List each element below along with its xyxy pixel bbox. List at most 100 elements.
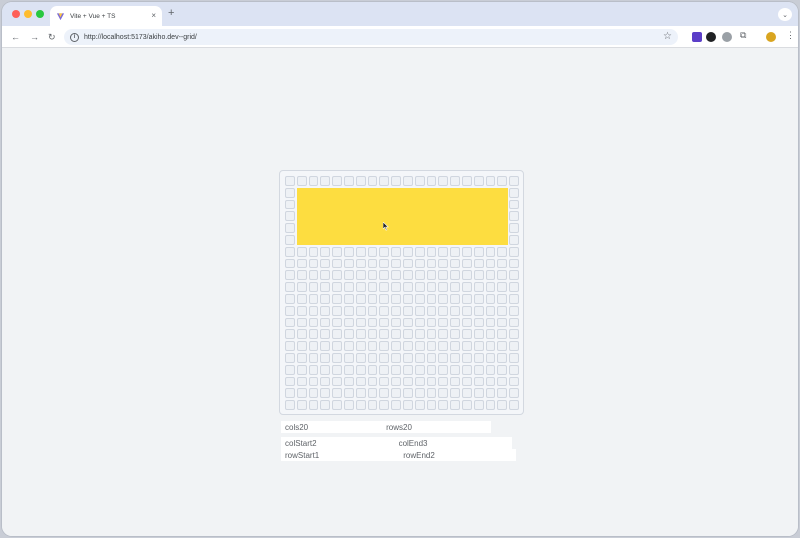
tab-vite-vue-ts[interactable]: Vite + Vue + TS × bbox=[50, 6, 162, 26]
grid-cell[interactable] bbox=[379, 282, 390, 292]
grid-cell[interactable] bbox=[379, 305, 390, 316]
grid-cell[interactable] bbox=[462, 388, 472, 399]
grid-cell[interactable] bbox=[391, 388, 401, 399]
grid-cell[interactable] bbox=[450, 294, 460, 304]
grid-cell[interactable] bbox=[450, 329, 460, 340]
extension-icon[interactable] bbox=[722, 32, 732, 42]
grid-cell[interactable] bbox=[450, 317, 460, 328]
grid-cell[interactable] bbox=[485, 176, 496, 186]
grid-cell[interactable] bbox=[285, 329, 295, 340]
grid-cell[interactable] bbox=[285, 305, 295, 316]
grid-cell[interactable] bbox=[355, 329, 366, 340]
grid-cell[interactable] bbox=[296, 294, 307, 304]
extension-icon[interactable] bbox=[692, 32, 702, 42]
grid-cell[interactable] bbox=[391, 282, 401, 292]
grid-cell[interactable] bbox=[426, 317, 437, 328]
grid-cell[interactable] bbox=[367, 353, 378, 363]
grid-cell[interactable] bbox=[509, 270, 519, 281]
grid-cell[interactable] bbox=[296, 329, 307, 340]
grid-cell[interactable] bbox=[344, 282, 354, 292]
grid-cell[interactable] bbox=[438, 294, 449, 304]
tab-search-button[interactable]: ⌄ bbox=[778, 8, 792, 21]
grid-cell[interactable] bbox=[509, 176, 519, 186]
rows-value[interactable]: 20 bbox=[403, 423, 412, 432]
grid-cell[interactable] bbox=[391, 341, 401, 351]
grid-cell[interactable] bbox=[379, 258, 390, 269]
grid-cell[interactable] bbox=[403, 400, 413, 410]
grid-cell[interactable] bbox=[355, 176, 366, 186]
grid-cell[interactable] bbox=[473, 176, 484, 186]
grid-cell[interactable] bbox=[320, 282, 331, 292]
grid-cell[interactable] bbox=[509, 187, 519, 198]
grid-cell[interactable] bbox=[379, 376, 390, 387]
grid-cell[interactable] bbox=[344, 353, 354, 363]
grid-cell[interactable] bbox=[462, 282, 472, 292]
grid-cell[interactable] bbox=[332, 388, 342, 399]
grid-cell[interactable] bbox=[485, 305, 496, 316]
grid-cell[interactable] bbox=[509, 223, 519, 233]
grid-cell[interactable] bbox=[367, 400, 378, 410]
grid-cell[interactable] bbox=[438, 282, 449, 292]
grid-cell[interactable] bbox=[485, 388, 496, 399]
grid-cell[interactable] bbox=[355, 258, 366, 269]
grid-cell[interactable] bbox=[355, 317, 366, 328]
grid-cell[interactable] bbox=[485, 341, 496, 351]
grid-cell[interactable] bbox=[473, 341, 484, 351]
cols-value[interactable]: 20 bbox=[299, 423, 308, 432]
grid-cell[interactable] bbox=[509, 282, 519, 292]
grid-cell[interactable] bbox=[450, 400, 460, 410]
grid-cell[interactable] bbox=[438, 376, 449, 387]
grid-cell[interactable] bbox=[497, 246, 508, 257]
grid-cell[interactable] bbox=[308, 364, 319, 375]
close-window-button[interactable] bbox=[12, 10, 20, 18]
grid-cell[interactable] bbox=[344, 388, 354, 399]
bookmark-star-icon[interactable]: ☆ bbox=[663, 32, 672, 42]
grid-cell[interactable] bbox=[367, 388, 378, 399]
grid-cell[interactable] bbox=[308, 400, 319, 410]
grid-cell[interactable] bbox=[296, 376, 307, 387]
grid-cell[interactable] bbox=[485, 364, 496, 375]
grid-cell[interactable] bbox=[285, 317, 295, 328]
grid-cell[interactable] bbox=[355, 400, 366, 410]
grid-cell[interactable] bbox=[462, 317, 472, 328]
grid-cell[interactable] bbox=[332, 305, 342, 316]
grid-cell[interactable] bbox=[426, 353, 437, 363]
grid-cell[interactable] bbox=[367, 282, 378, 292]
grid-cell[interactable] bbox=[403, 270, 413, 281]
grid-cell[interactable] bbox=[414, 364, 425, 375]
grid-cell[interactable] bbox=[332, 246, 342, 257]
grid-cell[interactable] bbox=[285, 376, 295, 387]
grid-cell[interactable] bbox=[509, 199, 519, 210]
grid-cell[interactable] bbox=[473, 376, 484, 387]
grid-cell[interactable] bbox=[285, 246, 295, 257]
grid-cell[interactable] bbox=[379, 329, 390, 340]
grid-cell[interactable] bbox=[355, 270, 366, 281]
grid-cell[interactable] bbox=[285, 223, 295, 233]
grid-cell[interactable] bbox=[426, 258, 437, 269]
grid-cell[interactable] bbox=[438, 317, 449, 328]
grid-cell[interactable] bbox=[462, 341, 472, 351]
grid-cell[interactable] bbox=[462, 246, 472, 257]
grid-cell[interactable] bbox=[450, 376, 460, 387]
grid-cell[interactable] bbox=[509, 388, 519, 399]
tab-close-icon[interactable]: × bbox=[151, 12, 156, 20]
grid-cell[interactable] bbox=[355, 294, 366, 304]
grid-cell[interactable] bbox=[344, 305, 354, 316]
grid-cell[interactable] bbox=[403, 353, 413, 363]
grid-cell[interactable] bbox=[344, 341, 354, 351]
grid-cell[interactable] bbox=[285, 187, 295, 198]
grid-cell[interactable] bbox=[462, 329, 472, 340]
grid-cell[interactable] bbox=[344, 376, 354, 387]
grid-cell[interactable] bbox=[485, 376, 496, 387]
grid-cell[interactable] bbox=[509, 235, 519, 245]
grid-cell[interactable] bbox=[485, 270, 496, 281]
grid-cell[interactable] bbox=[497, 294, 508, 304]
grid-cell[interactable] bbox=[462, 353, 472, 363]
grid-cell[interactable] bbox=[438, 388, 449, 399]
grid-cell[interactable] bbox=[462, 305, 472, 316]
grid-cell[interactable] bbox=[320, 364, 331, 375]
grid-cell[interactable] bbox=[485, 282, 496, 292]
row-end-value[interactable]: 2 bbox=[430, 451, 434, 460]
grid-cell[interactable] bbox=[462, 364, 472, 375]
grid-cell[interactable] bbox=[497, 353, 508, 363]
